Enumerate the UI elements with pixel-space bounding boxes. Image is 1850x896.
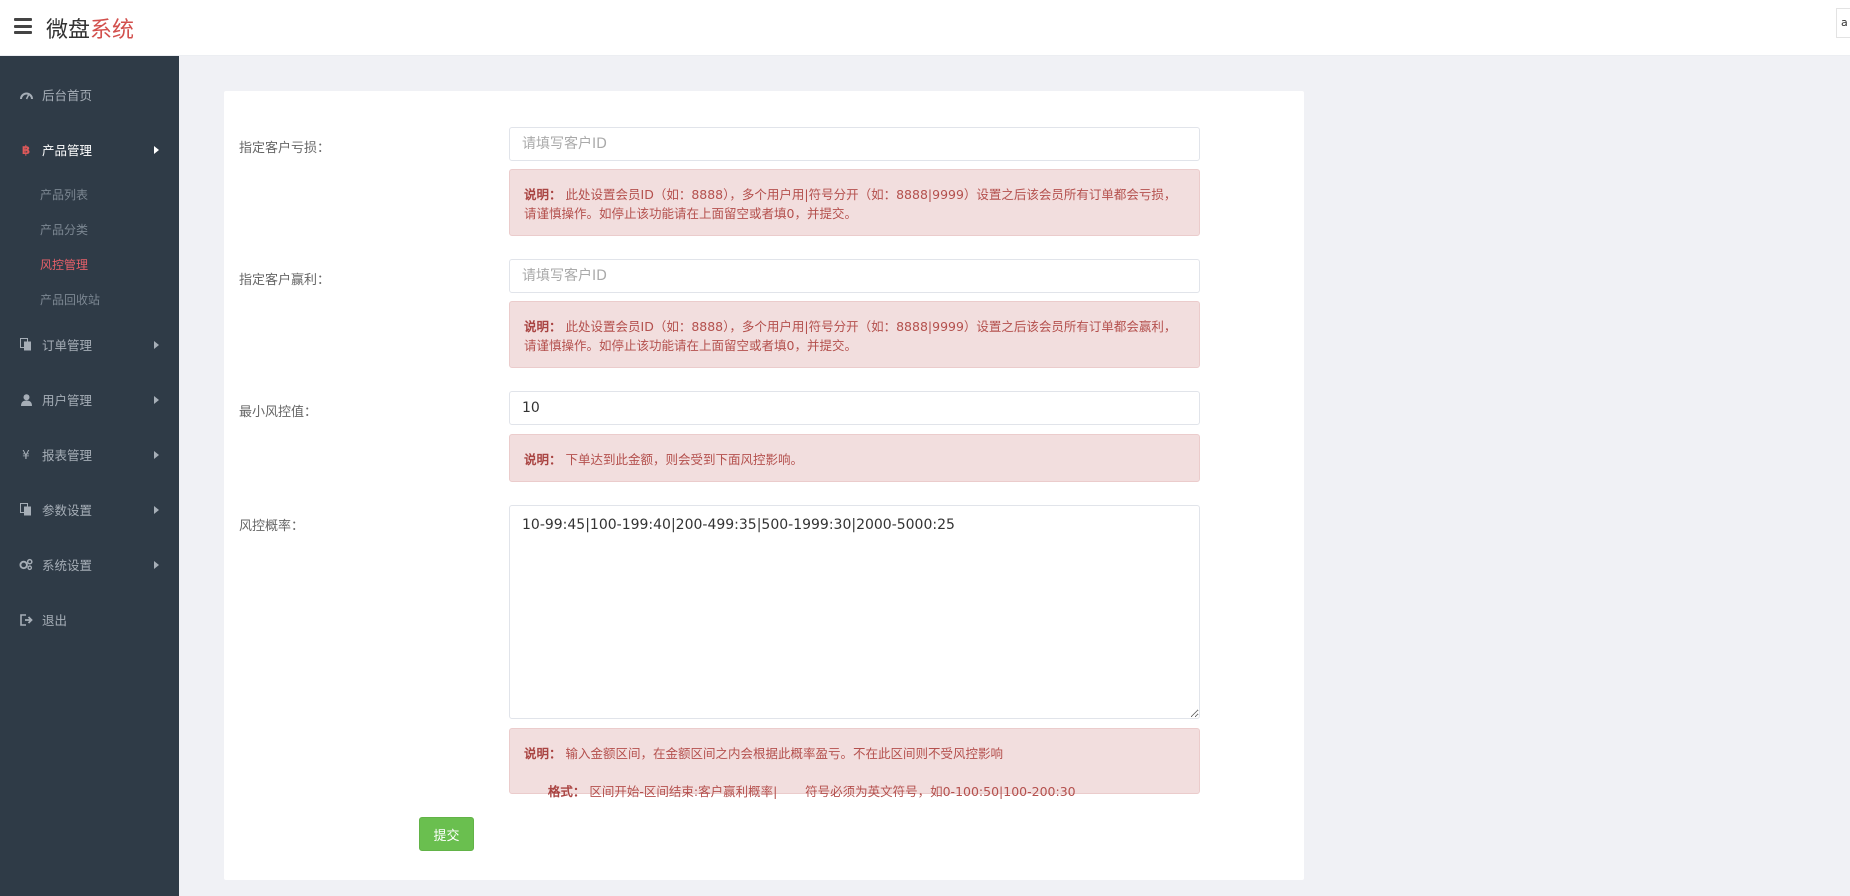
sidebar-item-label: 后台首页 — [42, 88, 93, 103]
menu-toggle-icon[interactable] — [14, 18, 32, 34]
profit-note: 说明： 此处设置会员ID（如：8888），多个用户用|符号分开（如：8888|99… — [509, 301, 1200, 368]
sidebar-item-label: 参数设置 — [42, 503, 93, 518]
sidebar-subitem-label: 风控管理 — [40, 258, 89, 272]
brand-logo: 微盘系统 — [46, 12, 134, 44]
gears-icon — [19, 558, 33, 572]
chevron-right-icon — [154, 145, 159, 154]
user-menu-text: a — [1841, 16, 1848, 29]
yen-icon: ¥ — [22, 447, 30, 462]
loss-customer-input[interactable] — [509, 127, 1200, 161]
note-title: 说明： — [524, 452, 562, 467]
min-value-note: 说明： 下单达到此金额，则会受到下面风控影响。 — [509, 434, 1200, 482]
sidebar-item-dashboard[interactable]: 后台首页 — [0, 67, 179, 122]
chevron-right-icon — [154, 505, 159, 514]
user-menu-button[interactable]: a — [1836, 8, 1850, 38]
sidebar-item-label: 产品管理 — [42, 143, 93, 158]
profit-customer-input[interactable] — [509, 259, 1200, 293]
sidebar-subitem-product-list[interactable]: 产品列表 — [0, 177, 179, 212]
note-text: 此处设置会员ID（如：8888），多个用户用|符号分开（如：8888|9999）… — [524, 187, 1177, 221]
top-header: 微盘系统 a — [0, 0, 1850, 56]
chevron-right-icon — [154, 450, 159, 459]
sidebar-subitem-label: 产品列表 — [40, 188, 89, 202]
brand-accent: 系统 — [90, 18, 135, 43]
sidebar-item-params[interactable]: 参数设置 — [0, 482, 179, 537]
sidebar-item-reports[interactable]: ¥ 报表管理 — [0, 427, 179, 482]
note-title: 说明： — [524, 187, 562, 202]
probability-textarea[interactable]: 10-99:45|100-199:40|200-499:35|500-1999:… — [509, 505, 1200, 719]
format-text: 区间开始-区间结束:客户赢利概率| 符号必须为英文符号，如0-100:50|10… — [589, 784, 1076, 799]
sidebar-item-label: 系统设置 — [42, 558, 93, 573]
min-value-label: 最小风控值： — [239, 405, 318, 420]
bitcoin-icon: ฿ — [21, 142, 31, 157]
profit-label: 指定客户赢利： — [239, 273, 331, 288]
sidebar-item-orders[interactable]: 订单管理 — [0, 317, 179, 372]
note-text: 下单达到此金额，则会受到下面风控影响。 — [565, 452, 804, 467]
sidebar-item-users[interactable]: 用户管理 — [0, 372, 179, 427]
sidebar-subitem-label: 产品回收站 — [40, 293, 101, 307]
sidebar-subitem-label: 产品分类 — [40, 223, 89, 237]
sidebar-item-products[interactable]: ฿ 产品管理 — [0, 122, 179, 177]
sidebar-item-label: 报表管理 — [42, 448, 93, 463]
sign-out-icon — [19, 613, 33, 627]
chevron-right-icon — [154, 560, 159, 569]
user-icon — [19, 393, 33, 407]
probability-note: 说明： 输入金额区间，在金额区间之内会根据此概率盈亏。不在此区间则不受风控影响 格… — [509, 728, 1200, 799]
sidebar-item-label: 订单管理 — [42, 338, 93, 353]
note-title: 说明： — [524, 319, 562, 334]
sidebar-item-logout[interactable]: 退出 — [0, 592, 179, 647]
probability-label: 风控概率： — [239, 519, 305, 534]
sidebar-subitem-product-recycle[interactable]: 产品回收站 — [0, 282, 179, 317]
brand-main: 微盘 — [46, 18, 91, 43]
risk-control-form: 指定客户亏损： 说明：此处设置会员ID（如：8888），多个用户用|符号分开（如… — [224, 91, 1304, 880]
copy-icon — [19, 503, 33, 517]
note-title: 说明： — [524, 746, 562, 761]
submit-button[interactable]: 提交 — [419, 817, 474, 851]
note-line-2: 格式： 区间开始-区间结束:客户赢利概率| 符号必须为英文符号，如0-100:50… — [524, 763, 1185, 820]
chevron-right-icon — [154, 395, 159, 404]
note-line-1: 说明： 输入金额区间，在金额区间之内会根据此概率盈亏。不在此区间则不受风控影响 — [524, 744, 1185, 763]
sidebar-item-system[interactable]: 系统设置 — [0, 537, 179, 592]
dashboard-icon — [19, 88, 33, 102]
sidebar: 后台首页 ฿ 产品管理 产品列表 产品分类 风控管理 产品回收站 订单管理 用户… — [0, 56, 179, 896]
loss-label: 指定客户亏损： — [239, 141, 331, 156]
chevron-right-icon — [154, 340, 159, 349]
copy-icon — [19, 338, 33, 352]
format-title: 格式： — [547, 784, 586, 799]
min-value-input[interactable] — [509, 391, 1200, 425]
sidebar-item-label: 用户管理 — [42, 393, 93, 408]
sidebar-subitem-product-category[interactable]: 产品分类 — [0, 212, 179, 247]
note-text: 输入金额区间，在金额区间之内会根据此概率盈亏。不在此区间则不受风控影响 — [565, 746, 1004, 761]
loss-note: 说明： 此处设置会员ID（如：8888），多个用户用|符号分开（如：8888|99… — [509, 169, 1200, 236]
sidebar-subitem-risk-control[interactable]: 风控管理 — [0, 247, 179, 282]
sidebar-item-label: 退出 — [42, 613, 68, 628]
note-text: 此处设置会员ID（如：8888），多个用户用|符号分开（如：8888|9999）… — [524, 319, 1177, 353]
